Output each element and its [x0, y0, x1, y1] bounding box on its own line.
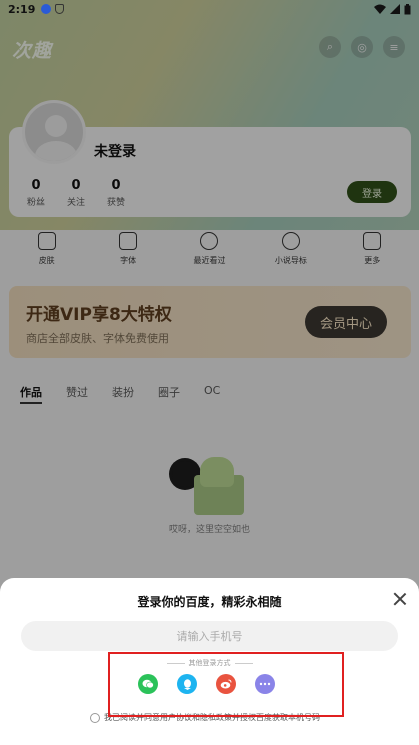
notification-icon	[41, 4, 52, 14]
wechat-icon[interactable]	[138, 674, 158, 694]
close-icon[interactable]	[393, 592, 407, 606]
qq-icon[interactable]	[177, 674, 197, 694]
agreement-checkbox[interactable]	[90, 712, 100, 723]
agreement-row: 我已阅读并同意用户协议和隐私政策并授权百度获取本机号码	[90, 712, 320, 723]
login-methods	[138, 674, 275, 694]
other-methods-text: 其他登录方式	[188, 659, 231, 667]
sheet-title: 登录你的百度，精彩永相随	[137, 595, 282, 609]
agreement-text[interactable]: 我已阅读并同意用户协议和隐私政策并授权百度获取本机号码	[104, 712, 320, 723]
wifi-icon	[374, 4, 386, 14]
divider	[166, 662, 185, 664]
more-icon[interactable]	[255, 674, 275, 694]
signal-icon	[390, 4, 400, 14]
login-sheet: 登录你的百度，精彩永相随 其他登录方式 我已阅读并同意用户协议和隐私政策并授权百…	[0, 578, 419, 745]
status-bar: 2:19	[0, 0, 419, 18]
status-time: 2:19	[8, 2, 36, 16]
divider	[234, 662, 253, 664]
other-methods-label: 其他登录方式	[0, 658, 419, 668]
shield-icon	[55, 4, 65, 14]
battery-icon	[404, 3, 411, 14]
phone-input[interactable]	[21, 621, 398, 651]
weibo-icon[interactable]	[216, 674, 236, 694]
